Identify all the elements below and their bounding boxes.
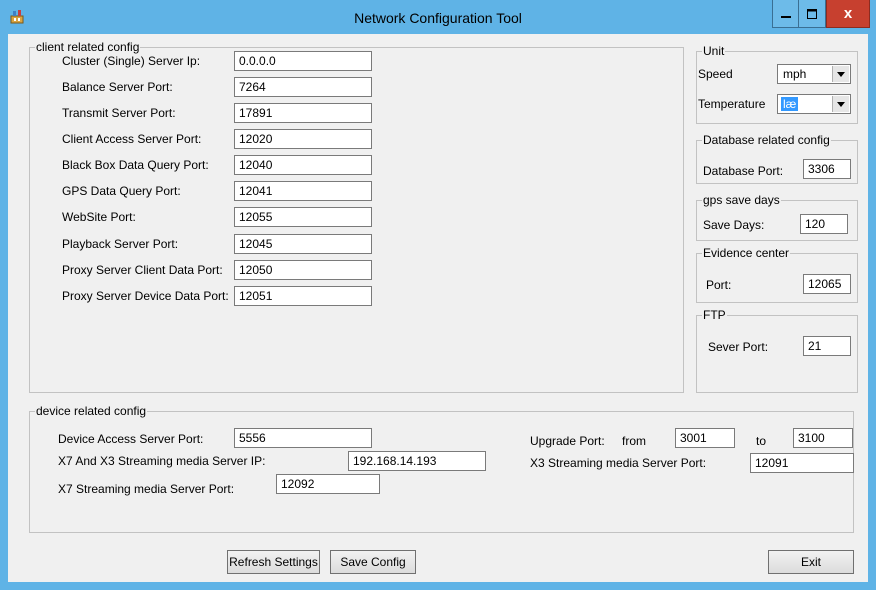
upgrade-to-field[interactable]: 3100 (793, 428, 853, 448)
speed-label: Speed (698, 67, 733, 81)
upgrade-to-label: to (756, 434, 767, 448)
client-row-field[interactable]: 12051 (234, 286, 372, 306)
x7x3-ip-label: X7 And X3 Streaming media Server IP: (58, 454, 266, 468)
device-config-legend: device related config (36, 404, 147, 418)
maximize-button[interactable] (799, 0, 826, 28)
x7-port-field[interactable]: 12092 (276, 474, 380, 494)
client-row-field[interactable]: 12020 (234, 129, 372, 149)
ftp-port-field[interactable]: 21 (803, 336, 851, 356)
x7x3-ip-field[interactable]: 192.168.14.193 (348, 451, 486, 471)
ftp-legend: FTP (703, 308, 726, 322)
upgrade-from-label: from (622, 434, 646, 448)
temperature-label: Temperature (698, 97, 766, 111)
device-access-port-field[interactable]: 5556 (234, 428, 372, 448)
client-row-field[interactable]: 12041 (234, 181, 372, 201)
client-row-label: Proxy Server Device Data Port: (62, 289, 229, 303)
ftp-port-label: Sever Port: (708, 340, 769, 354)
client-row-field[interactable]: 12050 (234, 260, 372, 280)
client-row-label: Black Box Data Query Port: (62, 158, 209, 172)
close-icon: x (843, 5, 853, 22)
close-button[interactable]: x (826, 0, 870, 28)
maximize-icon (807, 8, 817, 19)
client-row-field[interactable]: 7264 (234, 77, 372, 97)
exit-button[interactable]: Exit (768, 550, 854, 574)
database-legend: Database related config (703, 133, 830, 147)
client-row-field[interactable]: 12055 (234, 207, 372, 227)
x7-port-label: X7 Streaming media Server Port: (58, 482, 235, 496)
device-access-port-label: Device Access Server Port: (58, 432, 204, 446)
client-row-field[interactable]: 12045 (234, 234, 372, 254)
client-config-legend: client related config (36, 40, 140, 54)
evidence-port-label: Port: (706, 278, 732, 292)
speed-value: mph (783, 67, 807, 81)
evidence-port-field[interactable]: 12065 (803, 274, 851, 294)
client-row-label: GPS Data Query Port: (62, 184, 181, 198)
temperature-value: læ (781, 97, 799, 111)
minimize-button[interactable] (772, 0, 799, 28)
chevron-down-icon (832, 96, 849, 112)
database-port-field[interactable]: 3306 (803, 159, 851, 179)
app-window: Network Configuration Tool x client rela… (0, 0, 876, 590)
speed-select[interactable]: mph (777, 64, 851, 84)
save-days-field[interactable]: 120 (800, 214, 848, 234)
refresh-settings-button[interactable]: Refresh Settings (227, 550, 320, 574)
upgrade-port-label: Upgrade Port: (530, 434, 605, 448)
client-row-field[interactable]: 12040 (234, 155, 372, 175)
chevron-down-icon (832, 66, 849, 82)
upgrade-from-field[interactable]: 3001 (675, 428, 735, 448)
x3-port-field[interactable]: 12091 (750, 453, 854, 473)
client-row-label: Client Access Server Port: (62, 132, 202, 146)
client-row-field[interactable]: 0.0.0.0 (234, 51, 372, 71)
save-days-label: Save Days: (703, 218, 765, 232)
unit-legend: Unit (703, 44, 725, 58)
gps-save-days-legend: gps save days (703, 193, 780, 207)
x3-port-label: X3 Streaming media Server Port: (530, 456, 707, 470)
evidence-center-legend: Evidence center (703, 246, 790, 260)
temperature-select[interactable]: læ (777, 94, 851, 114)
client-row-label: Proxy Server Client Data Port: (62, 263, 223, 277)
client-row-label: WebSite Port: (62, 210, 136, 224)
client-row-label: Cluster (Single) Server Ip: (62, 54, 201, 68)
client-row-field[interactable]: 17891 (234, 103, 372, 123)
client-row-label: Transmit Server Port: (62, 106, 176, 120)
client-row-label: Balance Server Port: (62, 80, 173, 94)
client-row-label: Playback Server Port: (62, 237, 179, 251)
title-bar[interactable]: Network Configuration Tool x (0, 0, 876, 34)
database-port-label: Database Port: (703, 164, 784, 178)
window-title: Network Configuration Tool (354, 10, 522, 26)
minimize-icon (780, 15, 791, 18)
client-area: client related config Cluster (Single) S… (8, 34, 868, 582)
save-config-button[interactable]: Save Config (330, 550, 416, 574)
